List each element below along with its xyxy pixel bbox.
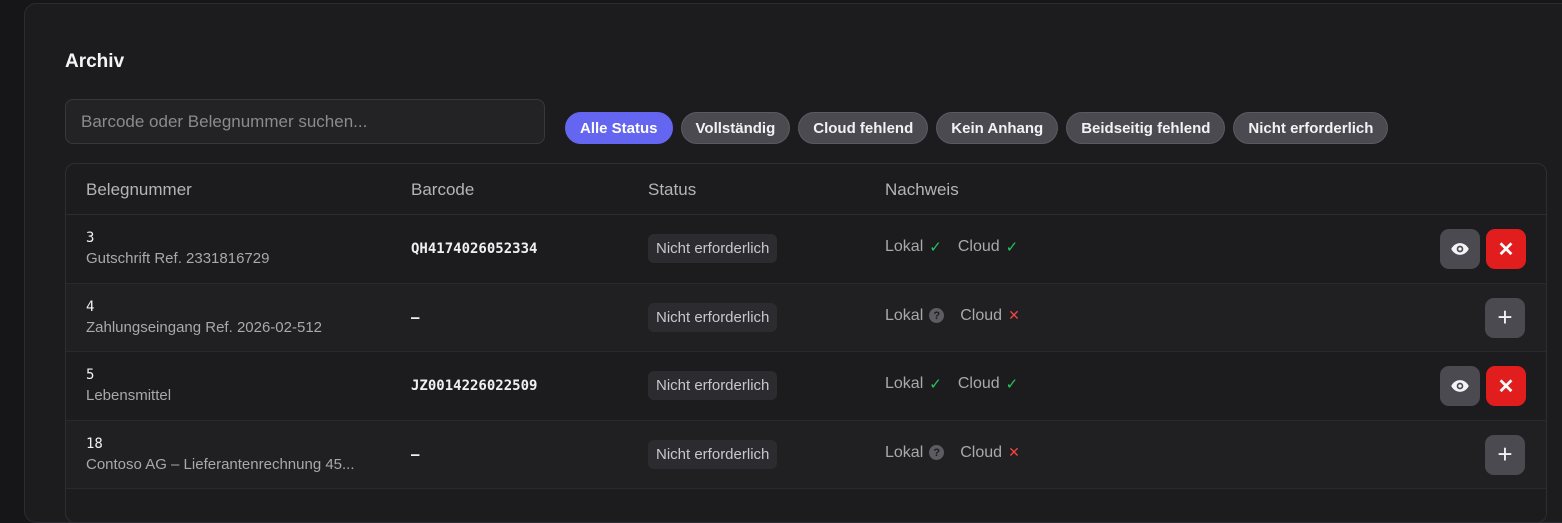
view-button[interactable] (1440, 229, 1480, 269)
status-filter-bar: Alle Status Vollständig Cloud fehlend Ke… (565, 112, 1389, 144)
view-button[interactable] (1440, 366, 1480, 406)
search-input[interactable] (65, 99, 545, 144)
table-row: 18 Contoso AG – Lieferantenrechnung 45..… (66, 420, 1546, 489)
cloud-label: Cloud (960, 443, 1003, 461)
row-actions: + (1485, 297, 1526, 338)
receipt-cell: 3 Gutschrift Ref. 2331816729 (86, 230, 269, 267)
plus-icon: + (1497, 439, 1513, 469)
row-actions: ✕ (1440, 366, 1526, 406)
delete-button[interactable]: ✕ (1486, 366, 1526, 406)
status-badge: Nicht erforderlich (648, 234, 778, 263)
page-title: Archiv (65, 51, 125, 72)
add-attachment-button[interactable]: + (1485, 297, 1525, 338)
local-label: Lokal (885, 306, 924, 324)
local-label: Lokal (885, 238, 924, 255)
close-icon: ✕ (1497, 238, 1515, 261)
row-actions: + (1485, 434, 1526, 475)
receipt-description: Contoso AG – Lieferantenrechnung 45... (86, 455, 355, 473)
add-attachment-button[interactable]: + (1485, 434, 1525, 475)
table-row: 5 Lebensmittel JZ0014226022509 Nicht erf… (66, 352, 1546, 421)
filter-chip-no-attachment[interactable]: Kein Anhang (936, 112, 1059, 144)
barcode-value: JZ0014226022509 (411, 378, 538, 394)
cloud-label: Cloud (960, 306, 1003, 324)
x-icon: ✕ (1008, 307, 1020, 323)
proof-indicators: Lokal ✓ Cloud ✓ (885, 375, 1034, 393)
check-icon: ✓ (929, 239, 942, 256)
receipt-number: 5 (86, 367, 95, 383)
proof-indicators: Lokal ✓ Cloud ✓ (885, 238, 1034, 256)
column-header-barcode: Barcode (411, 180, 475, 199)
status-badge: Nicht erforderlich (648, 439, 778, 469)
row-actions: ✕ (1440, 229, 1526, 269)
receipt-cell: 4 Zahlungseingang Ref. 2026-02-512 (86, 299, 322, 336)
column-header-number: Belegnummer (86, 180, 192, 199)
filter-chip-cloud-missing[interactable]: Cloud fehlend (798, 112, 929, 144)
receipt-number: 4 (86, 298, 95, 315)
filter-chip-complete[interactable]: Vollständig (680, 112, 791, 144)
question-icon: ? (929, 445, 945, 460)
local-label: Lokal (885, 375, 924, 392)
table-row: 3 Gutschrift Ref. 2331816729 QH417402605… (66, 215, 1546, 284)
x-icon: ✕ (1008, 444, 1020, 460)
column-header-status: Status (648, 180, 697, 199)
plus-icon: + (1497, 302, 1513, 332)
close-icon: ✕ (1497, 375, 1515, 398)
eye-icon (1451, 380, 1469, 392)
cloud-label: Cloud (957, 375, 1000, 392)
filter-chip-all[interactable]: Alle Status (565, 112, 673, 144)
receipt-number: 18 (86, 435, 103, 452)
cloud-label: Cloud (957, 238, 1000, 255)
receipt-cell: 5 Lebensmittel (86, 367, 171, 404)
filter-chip-not-required[interactable]: Nicht erforderlich (1233, 112, 1389, 144)
receipt-number: 3 (86, 230, 95, 246)
status-badge: Nicht erforderlich (648, 302, 778, 332)
proof-indicators: Lokal? Cloud ✕ (885, 444, 1036, 462)
filter-chip-both-missing[interactable]: Beidseitig fehlend (1066, 112, 1226, 144)
archive-table: Belegnummer Barcode Status Nachweis 3 Gu… (65, 163, 1547, 523)
table-header: Belegnummer Barcode Status Nachweis (66, 164, 1546, 215)
archive-card: Archiv Alle Status Vollständig Cloud feh… (24, 3, 1562, 523)
delete-button[interactable]: ✕ (1486, 229, 1526, 269)
question-icon: ? (929, 308, 945, 323)
receipt-cell: 18 Contoso AG – Lieferantenrechnung 45..… (86, 436, 355, 473)
status-badge: Nicht erforderlich (648, 371, 778, 400)
check-icon: ✓ (1005, 376, 1019, 393)
check-icon: ✓ (929, 376, 942, 393)
barcode-value: – (411, 446, 420, 463)
receipt-description: Zahlungseingang Ref. 2026-02-512 (86, 318, 323, 336)
eye-icon (1451, 243, 1469, 255)
proof-indicators: Lokal? Cloud ✕ (885, 307, 1036, 325)
barcode-value: QH4174026052334 (411, 241, 538, 257)
receipt-description: Lebensmittel (86, 387, 172, 404)
local-label: Lokal (885, 443, 924, 461)
receipt-description: Gutschrift Ref. 2331816729 (86, 250, 270, 267)
barcode-value: – (411, 309, 420, 326)
column-header-proof: Nachweis (885, 180, 959, 199)
table-row: 4 Zahlungseingang Ref. 2026-02-512 – Nic… (66, 283, 1546, 352)
check-icon: ✓ (1005, 239, 1019, 256)
